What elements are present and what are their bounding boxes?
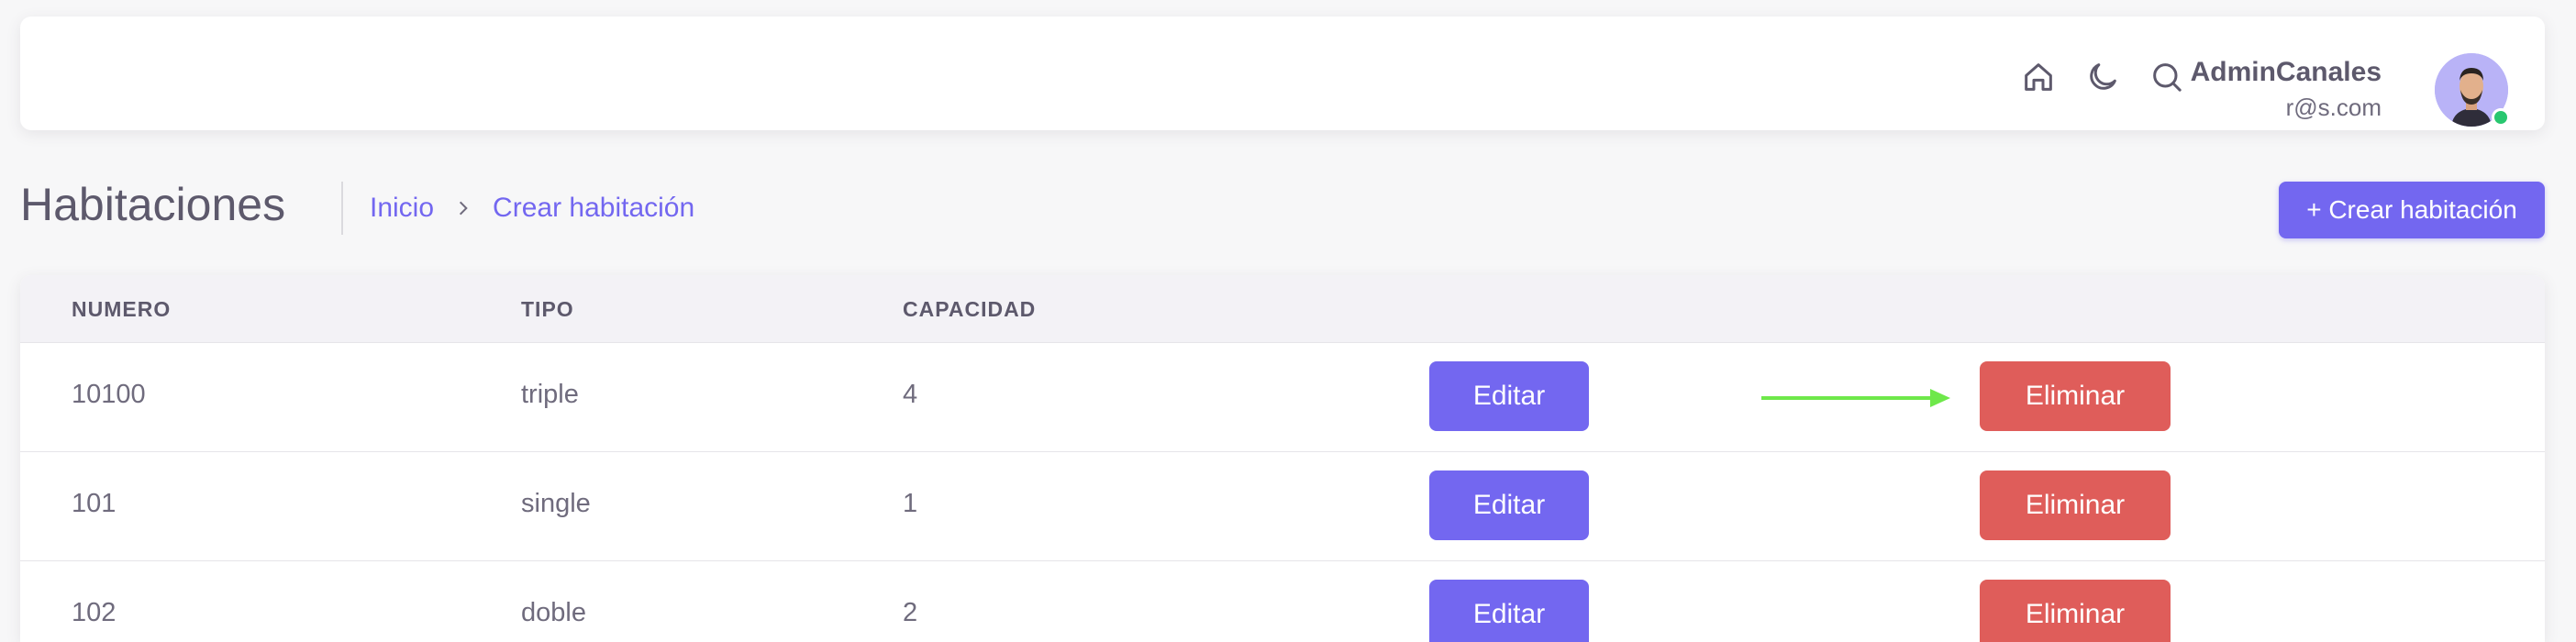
edit-button[interactable]: Editar (1429, 361, 1589, 431)
table-row: 10100 triple 4 Editar Eliminar (20, 343, 2545, 452)
cell-capacidad: 4 (903, 380, 918, 409)
user-email: r@s.com (2285, 94, 2382, 121)
create-room-button[interactable]: + Crear habitación (2279, 182, 2545, 238)
search-icon[interactable] (2147, 57, 2187, 97)
cell-capacidad: 2 (903, 598, 918, 627)
moon-icon[interactable] (2082, 57, 2123, 97)
top-navbar: AdminCanales r@s.com (20, 17, 2545, 130)
title-divider (341, 182, 343, 235)
cell-numero: 101 (72, 489, 117, 518)
column-header-tipo: TIPO (521, 297, 574, 321)
rooms-table: NUMERO TIPO CAPACIDAD 10100 triple 4 Edi… (20, 275, 2545, 642)
delete-button[interactable]: Eliminar (1980, 580, 2171, 642)
cell-capacidad: 1 (903, 489, 918, 518)
cell-tipo: single (521, 489, 591, 518)
column-header-capacidad: CAPACIDAD (903, 297, 1037, 321)
avatar[interactable] (2435, 53, 2510, 127)
column-header-numero: NUMERO (72, 297, 172, 321)
cell-numero: 102 (72, 598, 117, 627)
breadcrumb-crear-habitacion[interactable]: Crear habitación (493, 193, 694, 224)
home-icon[interactable] (2018, 57, 2059, 97)
edit-button[interactable]: Editar (1429, 580, 1589, 642)
table-header: NUMERO TIPO CAPACIDAD (20, 275, 2545, 343)
breadcrumb-inicio[interactable]: Inicio (370, 193, 434, 224)
breadcrumb: Inicio Crear habitación (370, 193, 694, 224)
delete-button[interactable]: Eliminar (1980, 470, 2171, 540)
cell-tipo: triple (521, 380, 579, 409)
edit-button[interactable]: Editar (1429, 470, 1589, 540)
cell-tipo: doble (521, 598, 586, 627)
annotation-arrow-icon (1761, 389, 1950, 407)
cell-numero: 10100 (72, 380, 146, 409)
chevron-right-icon (454, 199, 472, 217)
table-row: 102 doble 2 Editar Eliminar (20, 561, 2545, 642)
table-row: 101 single 1 Editar Eliminar (20, 452, 2545, 561)
online-status-dot (2492, 108, 2510, 127)
user-name: AdminCanales (2190, 57, 2382, 87)
delete-button[interactable]: Eliminar (1980, 361, 2171, 431)
page-title: Habitaciones (20, 179, 286, 230)
